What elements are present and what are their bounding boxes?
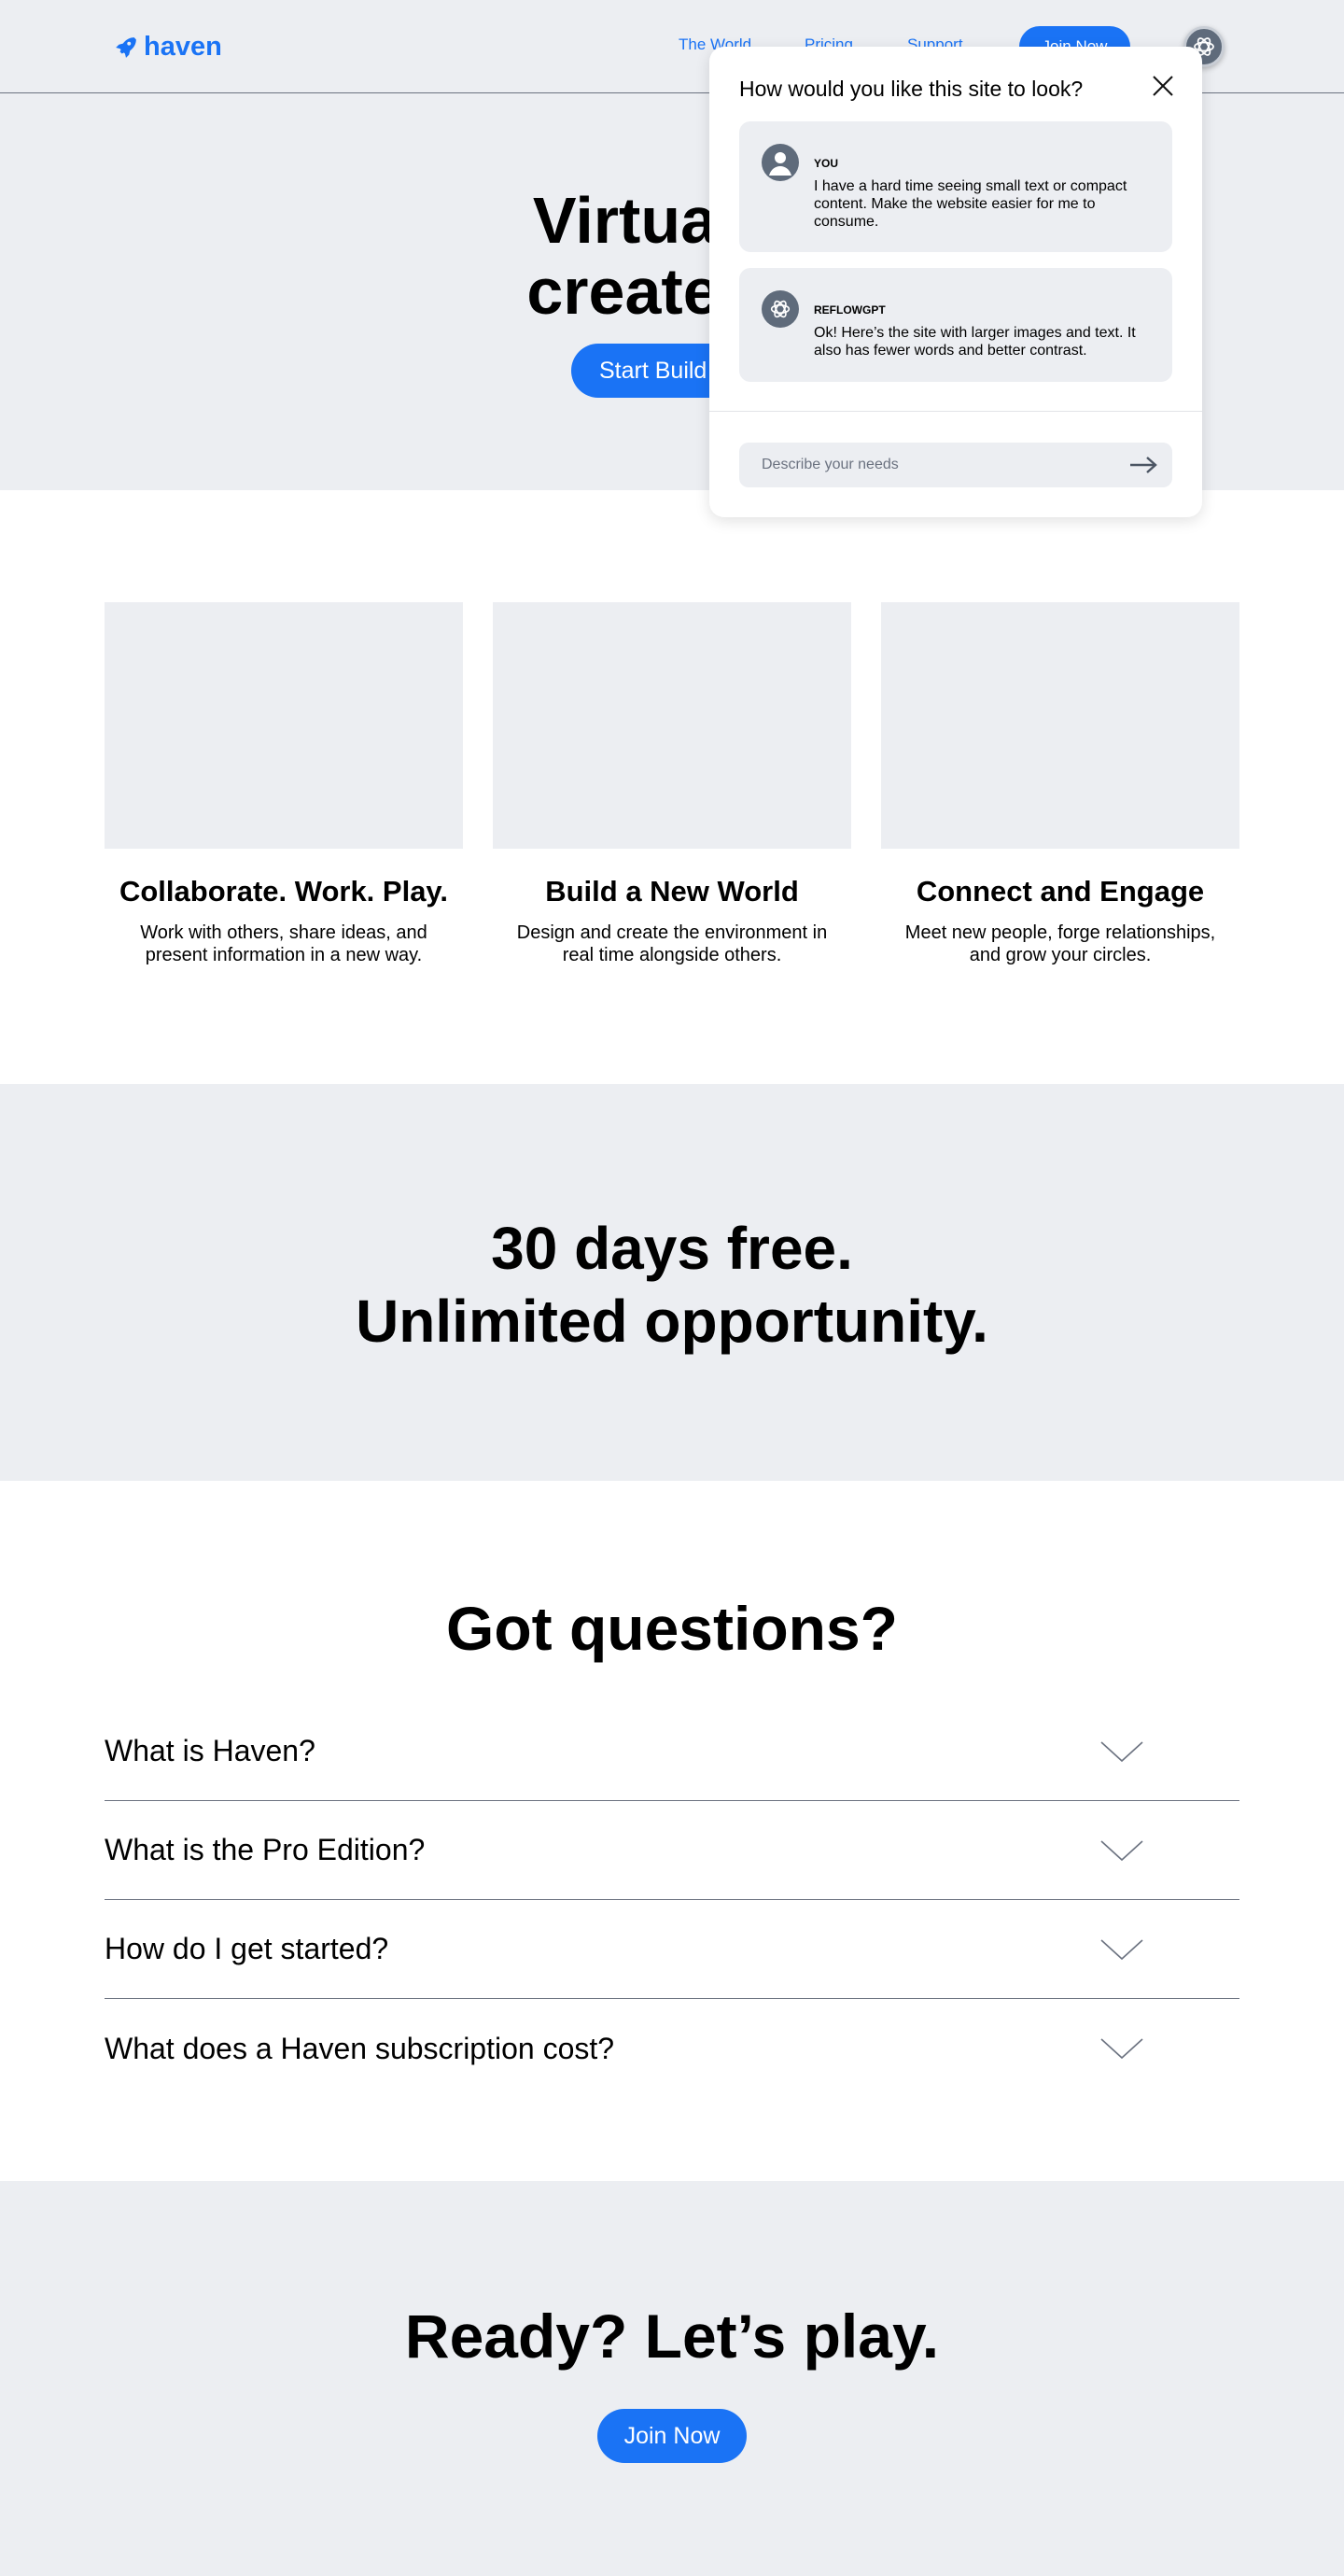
faq-question: How do I get started? <box>105 1932 389 1965</box>
feature-text: Work with others, share ideas, and prese… <box>140 922 427 965</box>
avatar <box>762 290 799 328</box>
ai-knot-icon <box>770 300 791 318</box>
faq-item[interactable]: How do I get started? <box>105 1900 1239 1999</box>
promo-line2: Unlimited opportunity. <box>356 1288 988 1355</box>
feature-image <box>881 602 1239 849</box>
promo-line1: 30 days free. <box>491 1215 853 1282</box>
faq-question: What is the Pro Edition? <box>105 1833 426 1866</box>
message-author: YOU <box>814 157 839 170</box>
faq-item[interactable]: What is Haven? <box>105 1702 1239 1801</box>
logo[interactable]: haven <box>114 32 222 63</box>
feature-card: Build a New World Design and create the … <box>493 602 851 966</box>
chat-popup: How would you like this site to look? YO… <box>709 47 1202 517</box>
user-icon <box>769 152 791 176</box>
message-text: Ok! Here’s the site with larger images a… <box>814 325 1136 359</box>
feature-title: Connect and Engage <box>916 875 1205 908</box>
faq-item[interactable]: What is the Pro Edition? <box>105 1801 1239 1900</box>
faq-question: What is Haven? <box>105 1734 315 1767</box>
feature-image <box>493 602 851 849</box>
describe-needs-input[interactable] <box>739 443 1113 487</box>
chevron-down-icon <box>1100 1839 1143 1861</box>
message-author: REFLOWGPT <box>814 303 886 317</box>
feature-image <box>105 602 463 849</box>
feature-title: Build a New World <box>545 875 799 908</box>
chat-message-user: YOU I have a hard time seeing small text… <box>739 121 1172 252</box>
arrow-right-icon[interactable] <box>1127 454 1159 476</box>
faq-question: What does a Haven subscription cost? <box>105 2031 615 2065</box>
faq-section: Got questions? What is Haven? What is th… <box>0 1481 1344 2181</box>
feature-card: Connect and Engage Meet new people, forg… <box>881 602 1239 966</box>
cta-title: Ready? Let’s play. <box>404 2302 940 2371</box>
promo-title: 30 days free. Unlimited opportunity. <box>0 1212 1344 1358</box>
close-icon[interactable] <box>1148 71 1178 101</box>
chevron-down-icon <box>1100 1740 1143 1762</box>
chat-input-box <box>739 443 1172 487</box>
feature-card: Collaborate. Work. Play. Work with other… <box>105 602 463 966</box>
chevron-down-icon <box>1100 1938 1143 1960</box>
chat-message-assistant: REFLOWGPT Ok! Here’s the site with large… <box>739 268 1172 382</box>
feature-title: Collaborate. Work. Play. <box>119 875 448 908</box>
avatar <box>762 144 799 181</box>
promo-section: 30 days free. Unlimited opportunity. <box>0 1084 1344 1481</box>
feature-text: Meet new people, forge relationships, an… <box>904 922 1216 965</box>
rocket-icon <box>116 36 136 58</box>
chat-title: How would you like this site to look? <box>739 77 1084 101</box>
join-now-button[interactable]: Join Now <box>597 2409 747 2463</box>
feature-text: Design and create the environment in rea… <box>516 922 828 965</box>
chevron-down-icon <box>1100 2038 1143 2060</box>
divider <box>709 411 1202 412</box>
cta-section: Ready? Let’s play. Join Now <box>0 2181 1344 2576</box>
faq-item[interactable]: What does a Haven subscription cost? <box>105 1999 1239 2098</box>
faq-title: Got questions? <box>446 1594 898 1663</box>
message-text: I have a hard time seeing small text or … <box>814 178 1127 230</box>
logo-text: haven <box>144 32 222 62</box>
features-section: Collaborate. Work. Play. Work with other… <box>0 490 1344 1084</box>
